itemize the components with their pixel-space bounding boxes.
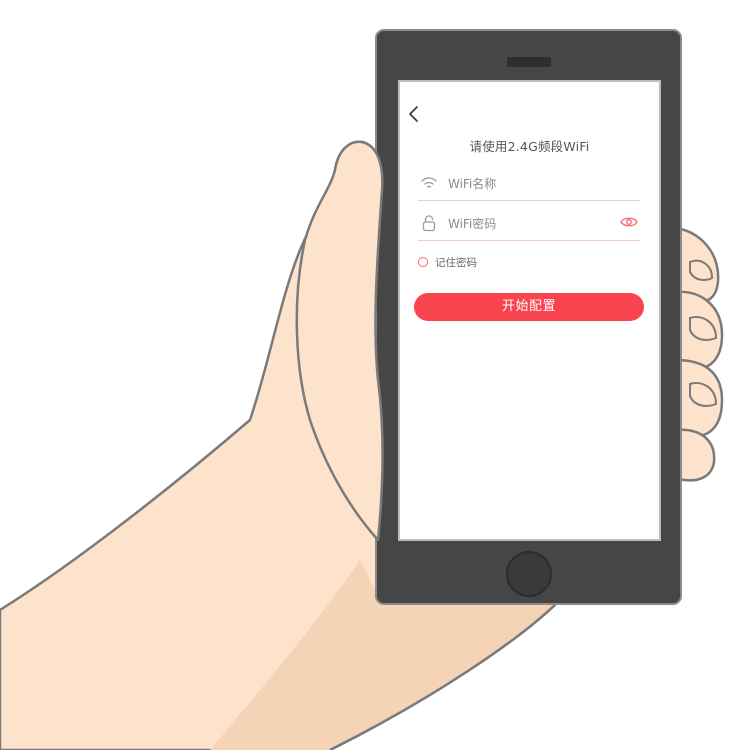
- wifi-password-field: [418, 210, 640, 241]
- phone-screen: 请使用2.4G频段WiFi 记住密码 开始配置: [400, 82, 659, 539]
- back-arrow-icon[interactable]: [406, 104, 422, 124]
- lock-icon: [422, 215, 436, 232]
- wifi-name-input[interactable]: [448, 173, 608, 195]
- page-title: 请使用2.4G频段WiFi: [469, 139, 590, 154]
- scene: 请使用2.4G频段WiFi 记住密码 开始配置: [0, 0, 733, 750]
- wifi-icon: [421, 177, 437, 188]
- remember-password-label: 记住密码: [435, 256, 477, 269]
- start-config-button[interactable]: 开始配置: [414, 293, 644, 321]
- wifi-password-input[interactable]: [448, 213, 608, 235]
- radio-circle-icon[interactable]: [418, 257, 428, 267]
- wifi-name-field: [418, 170, 640, 201]
- remember-password-toggle[interactable]: 记住密码: [418, 254, 477, 270]
- phone-speaker: [507, 57, 551, 67]
- home-button: [506, 551, 552, 597]
- eye-icon[interactable]: [620, 215, 638, 229]
